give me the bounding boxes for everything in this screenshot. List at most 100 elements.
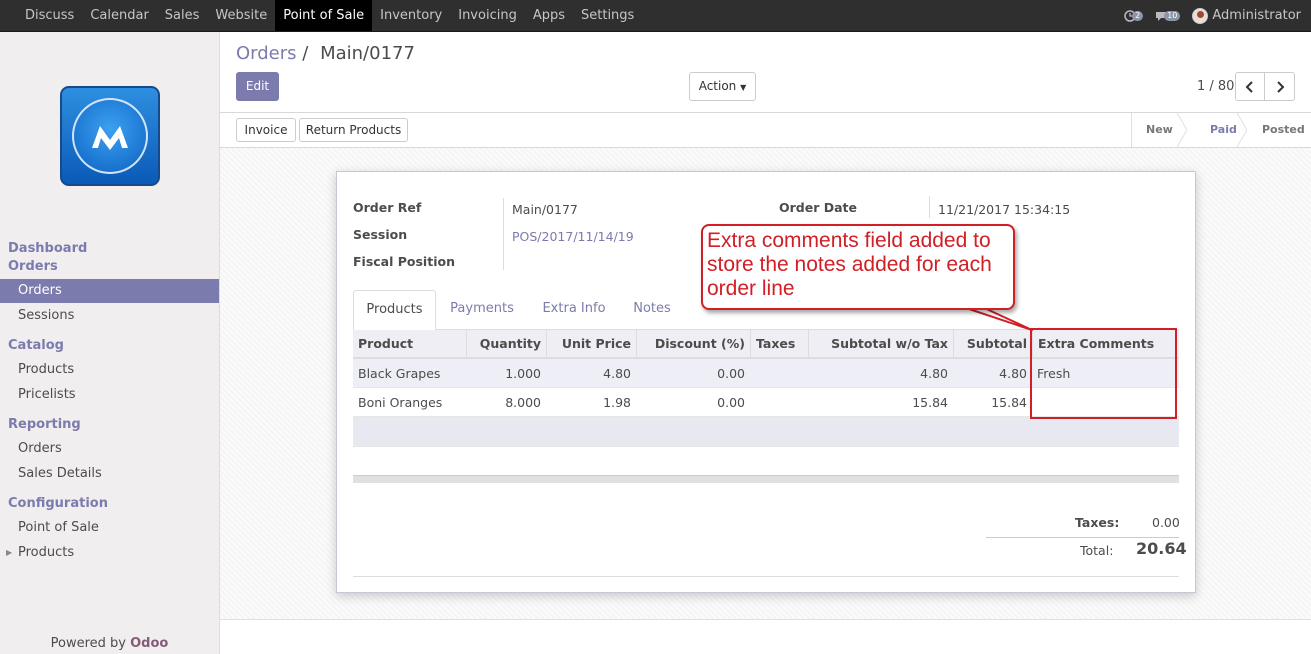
menu-apps[interactable]: Apps bbox=[525, 0, 573, 31]
sidebar-heading-dashboard[interactable]: Dashboard bbox=[0, 240, 219, 258]
column-header-subtotal[interactable]: Subtotal bbox=[953, 330, 1032, 359]
sidebar-item-sessions[interactable]: Sessions bbox=[0, 304, 219, 328]
action-label: Action bbox=[698, 79, 737, 93]
cell-quantity: 8.000 bbox=[505, 395, 541, 410]
menu-inventory[interactable]: Inventory bbox=[372, 0, 450, 31]
cell-unit-price: 4.80 bbox=[603, 366, 631, 381]
fiscal-position-label: Fiscal Position bbox=[353, 254, 455, 269]
sidebar-section-dashboard: Dashboard bbox=[0, 240, 219, 258]
column-header-quantity[interactable]: Quantity bbox=[466, 330, 546, 359]
caret-down-icon: ▼ bbox=[740, 83, 747, 92]
column-header-taxes[interactable]: Taxes bbox=[750, 330, 808, 359]
logo-w-mark-icon bbox=[92, 126, 128, 150]
breadcrumb-current: Main/0177 bbox=[320, 43, 415, 64]
action-dropdown[interactable]: Action ▼ bbox=[689, 72, 756, 101]
column-header-discount[interactable]: Discount (%) bbox=[636, 330, 750, 359]
sidebar-item-report-orders[interactable]: Orders bbox=[0, 437, 219, 461]
message-count-badge: 10 bbox=[1164, 10, 1181, 21]
menu-discuss[interactable]: Discuss bbox=[0, 0, 82, 31]
sidebar-item-products[interactable]: Products bbox=[0, 358, 219, 382]
cell-product: Black Grapes bbox=[358, 366, 441, 381]
menu-website[interactable]: Website bbox=[207, 0, 275, 31]
session-link[interactable]: POS/2017/11/14/19 bbox=[512, 229, 634, 244]
sidebar-item-pricelists[interactable]: Pricelists bbox=[0, 383, 219, 407]
menu-calendar[interactable]: Calendar bbox=[82, 0, 156, 31]
chevron-left-icon bbox=[1245, 81, 1253, 93]
stage-new-label: New bbox=[1146, 123, 1173, 136]
taxes-total-label: Taxes: bbox=[1075, 515, 1120, 530]
sidebar-section-configuration: Configuration Point of Sale ▶ Products bbox=[0, 495, 219, 565]
tab-notes[interactable]: Notes bbox=[624, 290, 680, 330]
column-header-product[interactable]: Product bbox=[353, 330, 466, 359]
sidebar-heading-configuration[interactable]: Configuration bbox=[0, 495, 219, 513]
menu-point-of-sale[interactable]: Point of Sale bbox=[275, 0, 373, 31]
table-footer bbox=[353, 475, 1179, 483]
cell-subtotal: 4.80 bbox=[999, 366, 1027, 381]
cell-taxes bbox=[750, 388, 808, 417]
edit-button[interactable]: Edit bbox=[236, 72, 279, 101]
pager-value[interactable]: 1 / 80 bbox=[1197, 79, 1234, 94]
sheet-bottom-divider bbox=[353, 576, 1179, 577]
sidebar-section-orders: Orders Orders Sessions bbox=[0, 258, 219, 328]
activity-button[interactable]: 2 bbox=[1124, 9, 1144, 22]
user-menu[interactable]: Administrator bbox=[1212, 8, 1301, 23]
cell-taxes bbox=[750, 359, 808, 388]
annotation-callout: Extra comments field added to store the … bbox=[701, 224, 1015, 310]
sidebar-item-point-of-sale[interactable]: Point of Sale bbox=[0, 516, 219, 540]
activity-count-badge: 2 bbox=[1132, 10, 1144, 21]
sidebar-heading-reporting[interactable]: Reporting bbox=[0, 416, 219, 434]
company-logo bbox=[60, 86, 160, 186]
tab-extra-info[interactable]: Extra Info bbox=[534, 290, 614, 330]
stage-posted[interactable]: Posted bbox=[1246, 113, 1306, 147]
invoice-button[interactable]: Invoice bbox=[236, 118, 296, 142]
breadcrumb-separator: / bbox=[302, 43, 309, 64]
column-header-unit-price[interactable]: Unit Price bbox=[546, 330, 636, 359]
column-header-subtotal-wo-tax[interactable]: Subtotal w/o Tax bbox=[808, 330, 953, 359]
grand-total-label: Total: bbox=[1080, 543, 1114, 558]
menu-sales[interactable]: Sales bbox=[157, 0, 208, 31]
sidebar-section-reporting: Reporting Orders Sales Details bbox=[0, 416, 219, 486]
menu-settings[interactable]: Settings bbox=[573, 0, 642, 31]
cell-subtotal-wo-tax: 4.80 bbox=[920, 366, 948, 381]
sidebar-item-config-products[interactable]: ▶ Products bbox=[0, 541, 219, 565]
chevron-right-icon bbox=[1276, 81, 1284, 93]
cell-subtotal-wo-tax: 15.84 bbox=[912, 395, 948, 410]
sidebar-item-orders[interactable]: Orders bbox=[0, 279, 219, 303]
stage-paid-label: Paid bbox=[1210, 123, 1237, 136]
totals-divider bbox=[986, 537, 1179, 538]
menu-invoicing[interactable]: Invoicing bbox=[450, 0, 525, 31]
sidebar-item-sales-details[interactable]: Sales Details bbox=[0, 462, 219, 486]
field-separator bbox=[929, 196, 930, 218]
sidebar: Dashboard Orders Orders Sessions Catalog… bbox=[0, 32, 220, 654]
session-label: Session bbox=[353, 227, 408, 242]
taxes-total-value: 0.00 bbox=[1152, 515, 1180, 530]
return-products-button[interactable]: Return Products bbox=[299, 118, 408, 142]
grand-total-value: 20.64 bbox=[1136, 539, 1187, 558]
powered-by-text: Powered by bbox=[50, 636, 126, 651]
user-avatar[interactable] bbox=[1192, 7, 1209, 24]
sidebar-heading-catalog[interactable]: Catalog bbox=[0, 337, 219, 355]
logo-emblem bbox=[72, 98, 148, 174]
status-stages: New Paid Posted bbox=[1131, 113, 1306, 147]
tab-payments[interactable]: Payments bbox=[443, 290, 521, 330]
order-ref-value: Main/0177 bbox=[512, 202, 578, 217]
sidebar-heading-orders[interactable]: Orders bbox=[0, 258, 219, 276]
breadcrumb: Orders / Main/0177 bbox=[236, 43, 415, 64]
order-ref-label: Order Ref bbox=[353, 200, 422, 215]
stage-new[interactable]: New bbox=[1132, 113, 1187, 147]
cell-unit-price: 1.98 bbox=[603, 395, 631, 410]
pager-previous-button[interactable] bbox=[1235, 72, 1265, 101]
order-date-value: 11/21/2017 15:34:15 bbox=[938, 202, 1071, 217]
breadcrumb-orders-link[interactable]: Orders bbox=[236, 43, 297, 64]
sidebar-item-label: Products bbox=[18, 545, 75, 560]
powered-by: Powered by Odoo bbox=[0, 636, 219, 651]
stage-posted-label: Posted bbox=[1262, 123, 1305, 136]
tab-products[interactable]: Products bbox=[353, 290, 436, 331]
cell-product: Boni Oranges bbox=[358, 395, 443, 410]
field-separator bbox=[503, 198, 504, 270]
stage-paid[interactable]: Paid bbox=[1186, 113, 1247, 147]
messages-button[interactable]: 10 bbox=[1155, 10, 1181, 22]
pager-next-button[interactable] bbox=[1264, 72, 1295, 101]
systray: 2 10 Administrator bbox=[1124, 0, 1311, 31]
odoo-link[interactable]: Odoo bbox=[130, 636, 168, 651]
